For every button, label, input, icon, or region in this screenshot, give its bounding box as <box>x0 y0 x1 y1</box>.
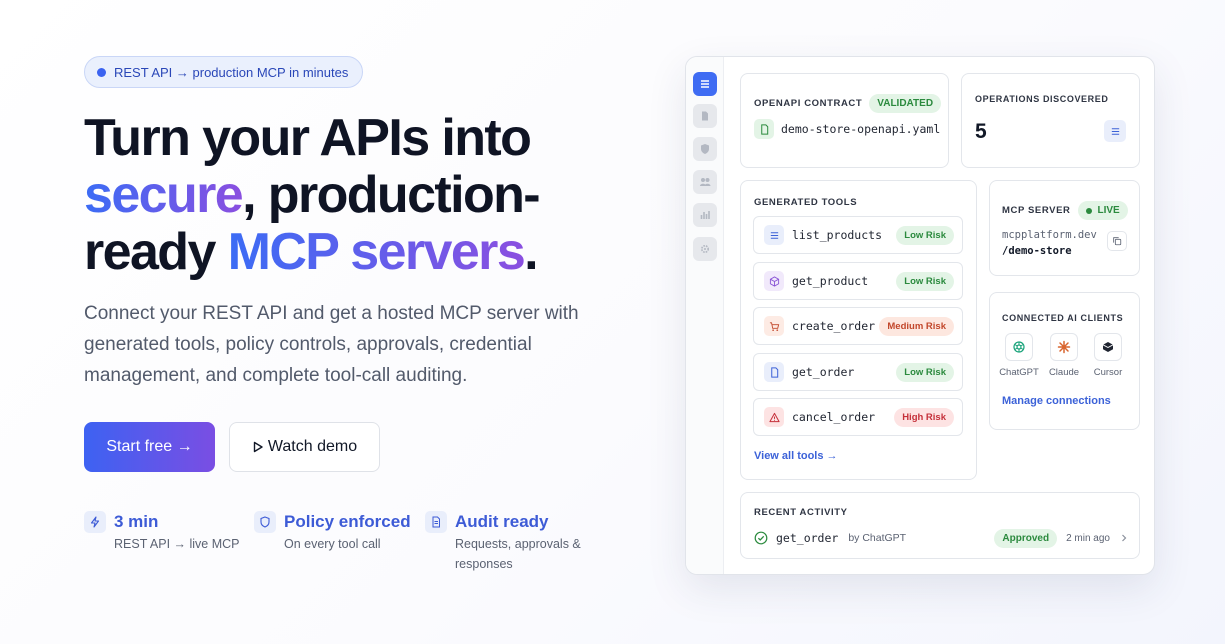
headline-mcp-servers: MCP servers <box>227 223 526 281</box>
mcp-server-card: MCP SERVER LIVE mcpplatform.dev /demo-st… <box>989 180 1140 276</box>
recent-activity-card: RECENT ACTIVITY get_order by ChatGPT App… <box>740 492 1140 559</box>
shield-icon <box>254 511 276 533</box>
feature-audit-desc: Requests, approvals & responses <box>455 537 581 571</box>
feature-policy-desc: On every tool call <box>284 537 381 551</box>
tools-label: GENERATED TOOLS <box>754 197 858 208</box>
dashboard-panel: OPENAPI CONTRACT VALIDATED demo-store-op… <box>685 56 1155 575</box>
list-icon <box>764 225 784 245</box>
manage-connections-link[interactable]: Manage connections <box>1002 395 1111 407</box>
client-claude[interactable]: Claude <box>1043 333 1085 378</box>
copy-icon[interactable] <box>1107 231 1127 251</box>
approved-badge: Approved <box>994 528 1058 548</box>
validated-badge: VALIDATED <box>869 94 942 113</box>
activity-row[interactable]: get_order by ChatGPT Approved 2 min ago <box>754 528 1128 548</box>
client-name: Cursor <box>1093 367 1123 378</box>
rail-users-icon[interactable] <box>693 170 717 194</box>
feature-speed-title: 3 min <box>114 512 159 531</box>
warning-icon <box>764 407 784 427</box>
rail-list-icon[interactable] <box>693 72 717 96</box>
play-outline-icon <box>253 441 263 453</box>
chevron-right-icon[interactable] <box>1120 533 1128 543</box>
file-icon <box>754 119 774 139</box>
client-name: Claude <box>1048 367 1080 378</box>
feature-list: 3 min REST API → live MCP Policy enforce… <box>84 511 595 574</box>
clients-label: CONNECTED AI CLIENTS <box>1002 313 1124 323</box>
document-icon <box>764 362 784 382</box>
bolt-icon <box>84 511 106 533</box>
watch-demo-button[interactable]: Watch demo <box>229 422 380 472</box>
rail-gear-icon[interactable] <box>693 237 717 261</box>
activity-client: by ChatGPT <box>848 532 907 544</box>
client-chatgpt[interactable]: ChatGPT <box>998 333 1040 378</box>
risk-badge: Medium Risk <box>879 316 954 336</box>
badge-dot <box>97 67 106 77</box>
headline-secure: secure <box>84 166 244 224</box>
client-cursor[interactable]: Cursor <box>1087 333 1129 378</box>
tool-row[interactable]: create_order Medium Risk <box>753 307 963 345</box>
claude-icon <box>1050 333 1078 361</box>
headline-line3-start: ready <box>84 223 228 281</box>
tool-name: get_order <box>792 365 855 379</box>
openapi-card: OPENAPI CONTRACT VALIDATED demo-store-op… <box>740 73 949 168</box>
watch-demo-label: Watch demo <box>267 438 358 455</box>
rail-shield-icon[interactable] <box>693 137 717 161</box>
openapi-filename[interactable]: demo-store-openapi.yaml <box>781 122 940 136</box>
tool-row[interactable]: get_order Low Risk <box>753 353 963 391</box>
rail-chart-icon[interactable] <box>693 203 717 227</box>
operations-count: 5 <box>975 120 987 143</box>
hero-subhead: Connect your REST API and get a hosted M… <box>84 303 579 386</box>
live-badge: LIVE <box>1078 201 1128 220</box>
risk-badge: High Risk <box>894 407 954 427</box>
chatgpt-icon <box>1005 333 1033 361</box>
live-label: LIVE <box>1097 205 1120 216</box>
headline-line2: , production- <box>242 166 541 224</box>
view-all-tools-link[interactable]: View all tools → <box>754 450 838 462</box>
operations-label: OPERATIONS DISCOVERED <box>975 94 1109 104</box>
tool-row[interactable]: cancel_order High Risk <box>753 398 963 436</box>
hero-badge: REST API → production MCP in minutes <box>84 56 364 88</box>
tool-name: list_products <box>792 228 883 242</box>
badge-text: REST API → production MCP in minutes <box>114 64 349 80</box>
risk-badge: Low Risk <box>896 271 954 291</box>
server-path: /demo-store <box>1002 245 1072 257</box>
side-rail <box>686 57 724 574</box>
connected-clients-card: CONNECTED AI CLIENTS ChatGPT Claude Curs… <box>989 292 1140 430</box>
feature-policy: Policy enforced On every tool call <box>254 511 425 574</box>
list-icon[interactable] <box>1104 120 1126 142</box>
risk-badge: Low Risk <box>896 225 954 245</box>
mcp-server-label: MCP SERVER <box>1002 205 1071 216</box>
feature-audit: Audit ready Requests, approvals & respon… <box>425 511 595 574</box>
tool-row[interactable]: get_product Low Risk <box>753 262 963 300</box>
cart-icon <box>764 316 784 336</box>
box-icon <box>764 271 784 291</box>
risk-badge: Low Risk <box>896 362 954 382</box>
tool-name: cancel_order <box>792 410 876 424</box>
headline-period: . <box>524 223 538 281</box>
feature-speed: 3 min REST API → live MCP <box>84 511 254 574</box>
operations-card: OPERATIONS DISCOVERED 5 <box>961 73 1140 168</box>
client-name: ChatGPT <box>999 367 1039 378</box>
openapi-label: OPENAPI CONTRACT <box>754 98 863 109</box>
feature-audit-title: Audit ready <box>455 512 549 531</box>
activity-time: 2 min ago <box>1066 532 1110 544</box>
activity-label: RECENT ACTIVITY <box>754 507 848 518</box>
tool-name: get_product <box>792 274 869 288</box>
feature-policy-title: Policy enforced <box>284 512 411 531</box>
start-free-button[interactable]: Start free → <box>84 422 215 472</box>
tool-row[interactable]: list_products Low Risk <box>753 216 963 254</box>
check-circle-icon <box>754 531 768 545</box>
generated-tools-card: GENERATED TOOLS list_products Low Risk g… <box>740 180 977 480</box>
tool-name: create_order <box>792 319 876 333</box>
cursor-icon <box>1094 333 1122 361</box>
headline-line1: Turn your APIs into <box>84 109 532 167</box>
document-icon <box>425 511 447 533</box>
feature-speed-desc: REST API → live MCP <box>114 537 240 551</box>
rail-pages-icon[interactable] <box>693 104 717 128</box>
hero-headline: Turn your APIs into secure, production- … <box>84 110 604 281</box>
activity-tool: get_order <box>776 531 839 545</box>
server-host: mcpplatform.dev <box>1002 229 1097 241</box>
live-dot <box>1086 207 1093 214</box>
